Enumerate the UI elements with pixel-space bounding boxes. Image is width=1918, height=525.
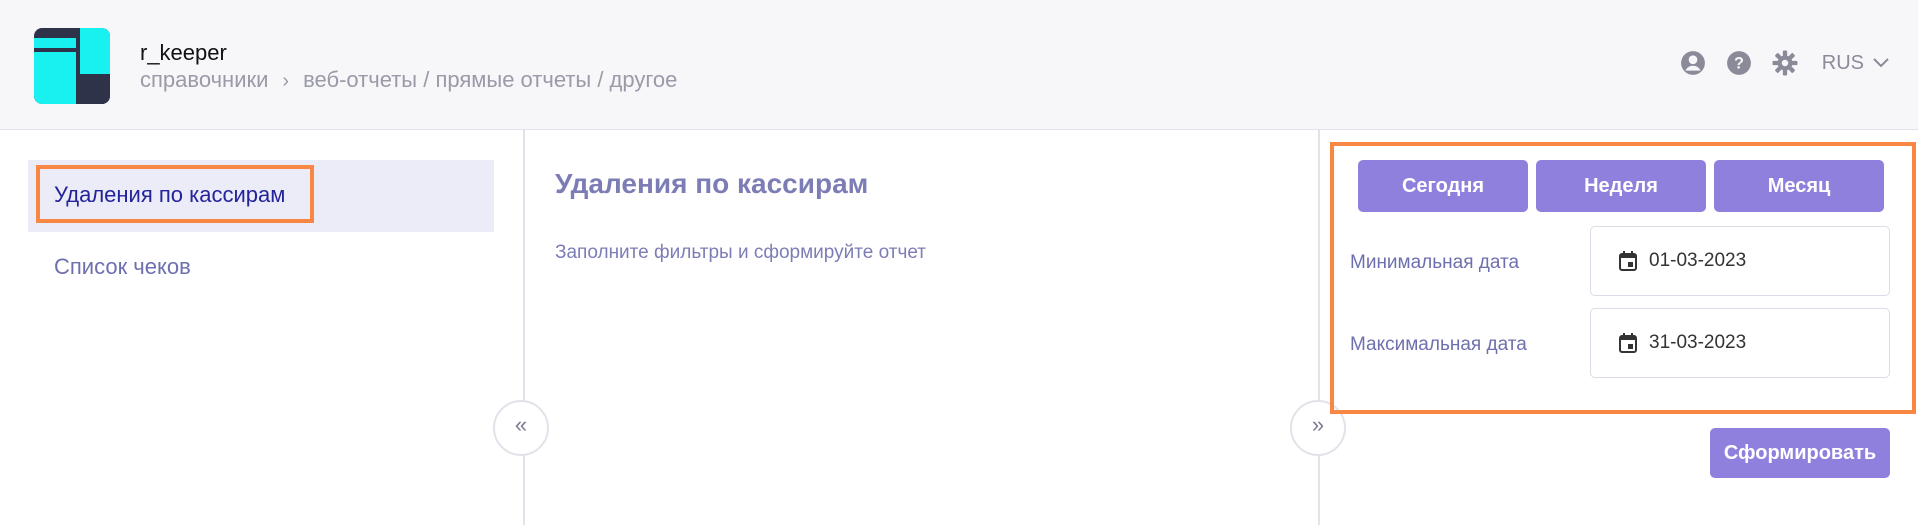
today-button[interactable]: Сегодня bbox=[1358, 160, 1528, 212]
max-date-field[interactable]: 31-03-2023 bbox=[1590, 308, 1890, 378]
generate-report-button[interactable]: Сформировать bbox=[1710, 428, 1890, 478]
filters-panel: Сегодня Неделя Месяц Минимальная дата 01… bbox=[1320, 130, 1918, 525]
week-button[interactable]: Неделя bbox=[1536, 160, 1706, 212]
settings-icon[interactable] bbox=[1772, 50, 1798, 76]
breadcrumb: справочники › веб-отчеты / прямые отчеты /… bbox=[140, 67, 677, 93]
calendar-icon bbox=[1619, 251, 1637, 271]
sidebar-item-receipt-list[interactable]: Список чеков bbox=[54, 254, 191, 280]
calendar-icon bbox=[1619, 333, 1637, 353]
min-date-value: 01-03-2023 bbox=[1649, 250, 1747, 271]
breadcrumb-separator: › bbox=[282, 70, 290, 92]
report-list-sidebar: Удаления по кассирам Список чеков « bbox=[0, 130, 549, 525]
max-date-value: 31-03-2023 bbox=[1649, 332, 1747, 353]
language-selector[interactable]: RUS bbox=[1822, 52, 1890, 75]
breadcrumb-path: веб-отчеты / прямые отчеты / другое bbox=[303, 67, 678, 92]
min-date-field[interactable]: 01-03-2023 bbox=[1590, 226, 1890, 296]
help-icon[interactable]: ? bbox=[1726, 50, 1752, 76]
header-actions: ? RUS bbox=[1680, 50, 1890, 76]
month-button[interactable]: Месяц bbox=[1714, 160, 1884, 212]
sidebar-item-label: Удаления по кассирам bbox=[54, 182, 286, 207]
user-icon[interactable] bbox=[1680, 50, 1706, 76]
chevron-down-icon bbox=[1873, 58, 1889, 68]
empty-state-hint: Заполните фильтры и сформируйте отчет bbox=[555, 242, 926, 263]
min-date-label: Минимальная дата bbox=[1350, 252, 1520, 273]
max-date-label: Максимальная дата bbox=[1350, 334, 1527, 355]
app-header: r_keeper справочники › веб-отчеты / прямые… bbox=[0, 0, 1918, 130]
language-label: RUS bbox=[1821, 51, 1864, 74]
breadcrumb-root-link[interactable]: справочники bbox=[140, 67, 268, 92]
app-title: r_keeper bbox=[140, 40, 227, 65]
app-logo[interactable] bbox=[34, 28, 110, 104]
sidebar-item-deletions-by-cashiers[interactable]: Удаления по кассирам bbox=[28, 160, 494, 232]
page-title: Удаления по кассирам bbox=[555, 168, 869, 199]
svg-text:?: ? bbox=[1734, 54, 1744, 72]
report-content: Удаления по кассирам Заполните фильтры и… bbox=[525, 130, 1346, 525]
